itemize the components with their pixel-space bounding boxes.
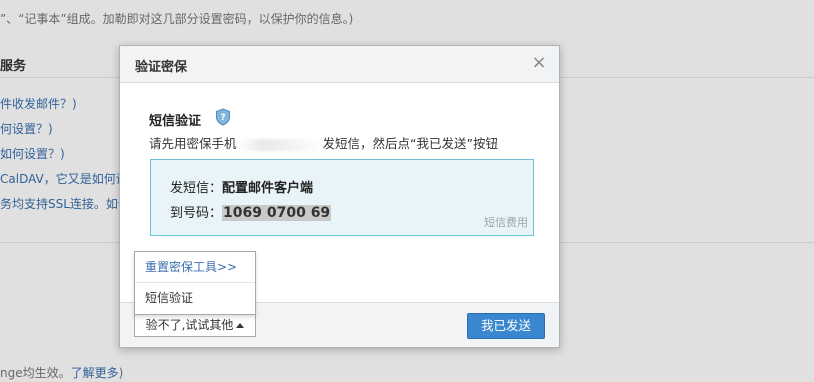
sms-label: 发短信： [170, 181, 223, 196]
sms-number-row: 到号码：1069 0700 69 [170, 202, 332, 221]
sms-content-row: 发短信：配置邮件客户端 [170, 177, 313, 196]
instruction-text: 请先用密保手机 发短信，然后点“我已发送”按钮 [149, 133, 498, 152]
alt-method-label: 验不了,试试其他 [145, 318, 234, 332]
section-title: 短信验证 [149, 114, 202, 129]
instruction-suffix: 发短信，然后点“我已发送”按钮 [322, 136, 498, 151]
dialog-header: 验证密保 × [120, 46, 559, 83]
sms-verify-option[interactable]: 短信验证 [135, 283, 255, 313]
instruction-prefix: 请先用密保手机 [149, 136, 237, 151]
alt-method-dropdown: 重置密保工具>> 短信验证 [134, 251, 256, 315]
reset-tool-option[interactable]: 重置密保工具>> [135, 252, 255, 283]
shield-question-icon: ? [216, 108, 230, 126]
dialog-title: 验证密保 [135, 60, 188, 75]
fee-note: 短信费用 [484, 216, 528, 229]
masked-phone [236, 138, 323, 151]
sms-info-box: 发短信：配置邮件客户端 到号码：1069 0700 69 短信费用 [150, 159, 534, 236]
caret-up-icon [236, 323, 245, 328]
to-label: 到号码： [170, 206, 223, 221]
close-icon[interactable]: × [529, 53, 549, 73]
svg-text:?: ? [220, 113, 225, 123]
alt-method-button[interactable]: 验不了,试试其他 [134, 313, 256, 337]
sms-number: 1069 0700 69 [222, 205, 332, 221]
sms-content: 配置邮件客户端 [222, 181, 314, 196]
confirm-sent-button[interactable]: 我已发送 [467, 313, 545, 339]
